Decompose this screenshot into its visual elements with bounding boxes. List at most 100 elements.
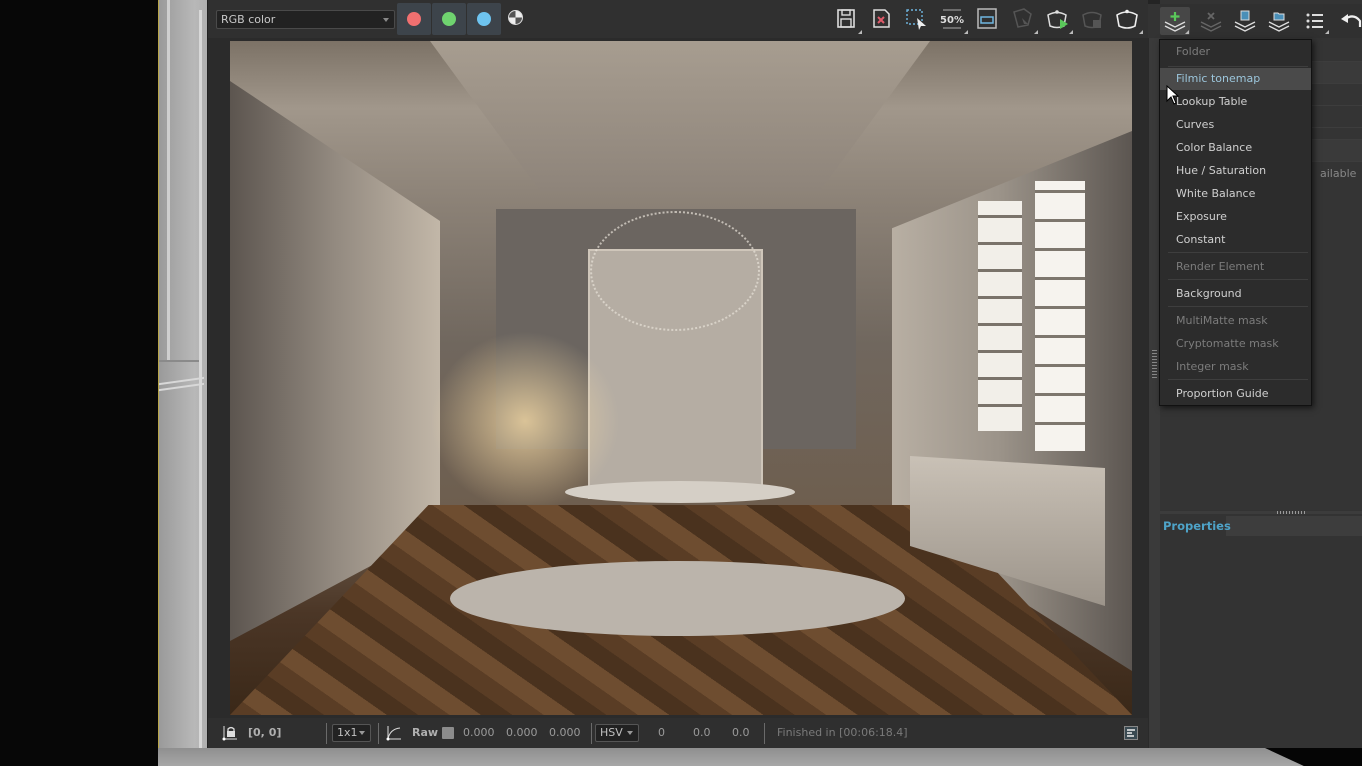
raw-value-g: 0.000 bbox=[506, 726, 538, 739]
undo-icon bbox=[1341, 14, 1362, 27]
properties-body bbox=[1160, 536, 1362, 748]
stop-render-button[interactable] bbox=[1078, 6, 1106, 32]
submenu-corner-icon bbox=[1325, 30, 1329, 34]
menu-item-multimatte-mask: MultiMatte mask bbox=[1176, 314, 1268, 327]
menu-item-color-balance[interactable]: Color Balance bbox=[1160, 137, 1311, 159]
channel-select[interactable]: RGB color bbox=[216, 10, 395, 29]
properties-splitter[interactable] bbox=[1160, 511, 1362, 514]
test-resolution-icon bbox=[977, 8, 997, 29]
menu-separator bbox=[1168, 306, 1308, 307]
channel-select-value: RGB color bbox=[221, 13, 276, 26]
render-interactive-button[interactable] bbox=[1043, 6, 1073, 34]
properties-header: Properties bbox=[1160, 516, 1362, 536]
track-mouse-button[interactable] bbox=[1008, 6, 1038, 34]
menu-item-background[interactable]: Background bbox=[1160, 283, 1311, 305]
delete-layer-button[interactable] bbox=[1196, 7, 1226, 35]
track-mouse-icon bbox=[1013, 8, 1032, 28]
menu-item-proportion-guide[interactable]: Proportion Guide bbox=[1160, 383, 1311, 405]
submenu-corner-icon bbox=[964, 30, 968, 34]
menu-separator bbox=[1168, 379, 1308, 380]
submenu-corner-icon bbox=[858, 30, 862, 34]
stop-render-icon bbox=[1082, 11, 1102, 29]
menu-item-integer-mask: Integer mask bbox=[1176, 360, 1249, 373]
save-layer-tree-button[interactable] bbox=[1230, 7, 1260, 35]
scene-window bbox=[978, 201, 1022, 431]
mouse-cursor-icon bbox=[1166, 85, 1180, 105]
menu-item-lookup-table[interactable]: Lookup Table bbox=[1160, 91, 1311, 113]
render-status: Finished in [00:06:18.4] bbox=[777, 726, 908, 739]
scene-table bbox=[565, 481, 795, 503]
splitter-grip[interactable] bbox=[1277, 511, 1305, 514]
green-dot-icon bbox=[442, 12, 456, 26]
hsv-value-s: 0.0 bbox=[693, 726, 711, 739]
create-layer-button[interactable] bbox=[1160, 7, 1190, 35]
menu-item-exposure[interactable]: Exposure bbox=[1160, 206, 1311, 228]
menu-item-filmic-tonemap[interactable]: Filmic tonemap bbox=[1160, 68, 1311, 90]
menu-item-folder: Folder bbox=[1176, 45, 1210, 58]
divider bbox=[591, 723, 592, 744]
submenu-corner-icon bbox=[1139, 30, 1143, 34]
create-layer-menu: Folder Filmic tonemap Lookup Table Curve… bbox=[1159, 39, 1312, 406]
menu-item-constant[interactable]: Constant bbox=[1160, 229, 1311, 251]
menu-item-curves[interactable]: Curves bbox=[1160, 114, 1311, 136]
blue-channel-button[interactable] bbox=[467, 3, 501, 35]
vfb-toolbar: RGB color 50% bbox=[208, 0, 1148, 38]
rendered-image[interactable] bbox=[230, 41, 1132, 715]
sample-size-select[interactable]: 1x1 bbox=[332, 724, 371, 742]
load-layer-tree-icon bbox=[1268, 12, 1290, 32]
menu-separator bbox=[1168, 66, 1308, 67]
chevron-down-icon bbox=[383, 18, 389, 22]
status-bar: [0, 0] 1x1 Raw 0.000 0.000 0.000 HSV 0 0… bbox=[208, 718, 1148, 748]
pixel-coordinates: [0, 0] bbox=[248, 726, 282, 739]
layer-partial-text: ailable bbox=[1320, 167, 1357, 180]
delete-layer-icon bbox=[1200, 12, 1222, 32]
load-layer-tree-button[interactable] bbox=[1264, 7, 1294, 35]
color-space-value: HSV bbox=[600, 726, 623, 739]
mono-icon[interactable] bbox=[508, 10, 523, 25]
render-button[interactable] bbox=[1113, 6, 1143, 34]
clear-image-icon bbox=[873, 9, 890, 28]
menu-separator bbox=[1168, 252, 1308, 253]
render-icon bbox=[1116, 9, 1138, 29]
green-channel-button[interactable] bbox=[432, 3, 466, 35]
menu-item-cryptomatte-mask: Cryptomatte mask bbox=[1176, 337, 1279, 350]
scene-rug bbox=[450, 561, 905, 636]
undo-button[interactable] bbox=[1336, 7, 1362, 35]
raw-value-r: 0.000 bbox=[463, 726, 495, 739]
submenu-corner-icon bbox=[1069, 30, 1073, 34]
chevron-down-icon bbox=[359, 731, 365, 735]
background-viewport-floor bbox=[158, 748, 1362, 766]
raw-value-b: 0.000 bbox=[549, 726, 581, 739]
scene-window bbox=[1035, 181, 1085, 451]
submenu-corner-icon bbox=[1185, 30, 1189, 34]
save-image-button[interactable] bbox=[832, 6, 862, 34]
render-interactive-icon bbox=[1047, 10, 1068, 29]
scene-chandelier bbox=[590, 211, 760, 331]
menu-separator bbox=[1168, 279, 1308, 280]
splitter-grip[interactable] bbox=[1152, 348, 1157, 378]
blue-dot-icon bbox=[477, 12, 491, 26]
save-image-icon bbox=[837, 9, 855, 28]
chevron-down-icon bbox=[627, 731, 633, 735]
red-channel-button[interactable] bbox=[397, 3, 431, 35]
lock-pixel-icon[interactable] bbox=[222, 725, 238, 741]
menu-item-hue-saturation[interactable]: Hue / Saturation bbox=[1160, 160, 1311, 182]
zoom-50-button[interactable]: 50% bbox=[938, 6, 968, 34]
color-curve-icon[interactable] bbox=[386, 725, 402, 741]
hsv-value-v: 0.0 bbox=[732, 726, 750, 739]
red-dot-icon bbox=[407, 12, 421, 26]
render-area[interactable] bbox=[208, 38, 1148, 718]
divider bbox=[764, 723, 765, 744]
log-icon[interactable] bbox=[1124, 726, 1138, 740]
layer-list-button[interactable] bbox=[1300, 7, 1330, 35]
save-layer-tree-icon bbox=[1234, 10, 1256, 32]
properties-tab[interactable]: Properties bbox=[1160, 516, 1231, 536]
color-swatch bbox=[442, 727, 454, 739]
menu-item-white-balance[interactable]: White Balance bbox=[1160, 183, 1311, 205]
hsv-value-h: 0 bbox=[658, 726, 665, 739]
screen: RGB color 50% [0, 0] 1x1 Raw 0.000 0.000… bbox=[0, 0, 1362, 766]
region-render-button[interactable] bbox=[902, 6, 930, 32]
test-resolution-button[interactable] bbox=[973, 6, 1001, 32]
clear-image-button[interactable] bbox=[867, 6, 895, 32]
color-space-select[interactable]: HSV bbox=[595, 724, 639, 742]
